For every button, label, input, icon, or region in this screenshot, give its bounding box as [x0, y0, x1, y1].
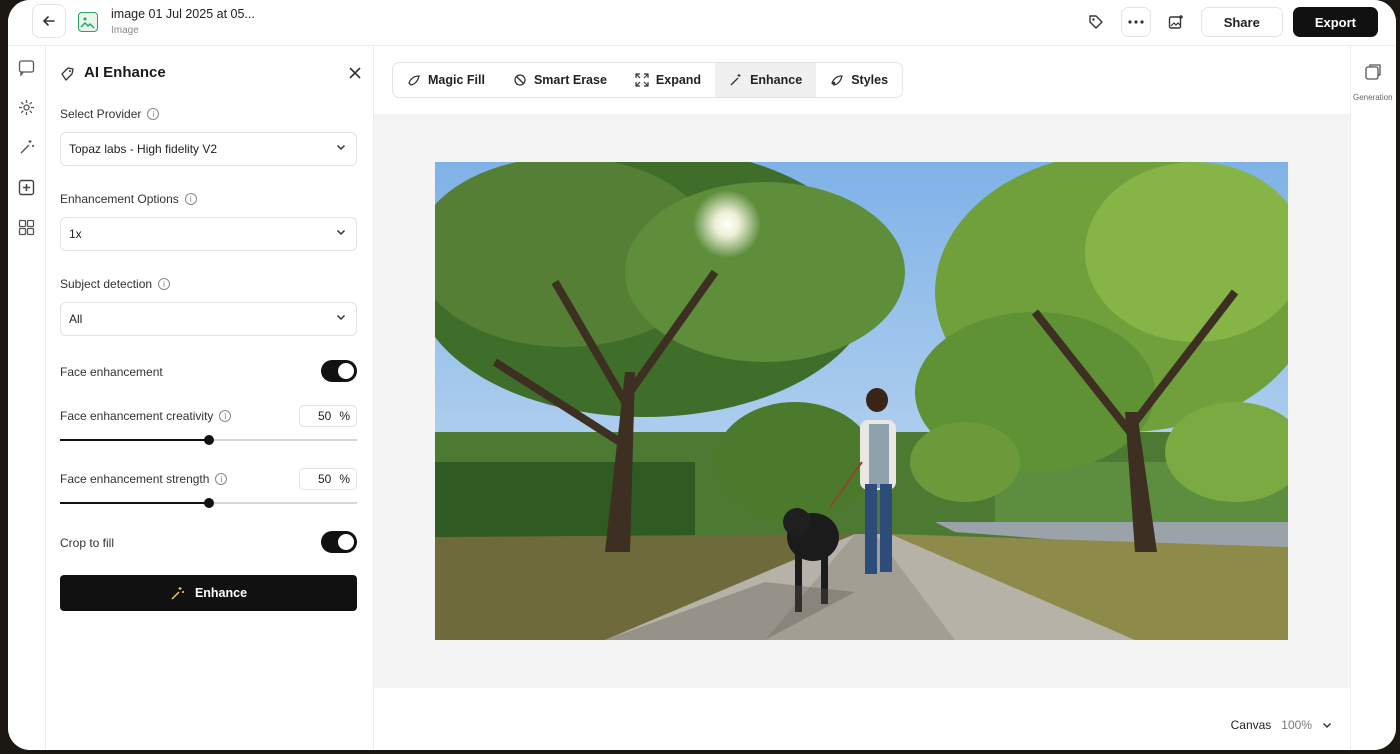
face-creativity-value: 50 — [317, 409, 332, 423]
image-add-icon[interactable] — [1161, 7, 1191, 37]
export-button[interactable]: Export — [1292, 7, 1378, 37]
enhancement-options-label-text: Enhancement Options — [60, 192, 179, 206]
info-icon[interactable]: i — [219, 410, 232, 422]
crop-to-fill-label: Crop to fill — [60, 536, 114, 550]
chat-icon[interactable] — [15, 56, 37, 78]
chevron-down-icon — [336, 142, 346, 155]
face-strength-slider[interactable] — [60, 498, 357, 508]
enhance-sparkle-icon — [61, 66, 74, 81]
canvas-zoom-control[interactable]: Canvas 100% — [1231, 718, 1332, 732]
image-file-icon — [78, 12, 98, 32]
percent-unit: % — [339, 472, 350, 486]
face-creativity-input[interactable]: 50 % — [299, 405, 357, 427]
tool-magic-fill[interactable]: Magic Fill — [393, 63, 499, 97]
info-icon[interactable]: i — [158, 278, 171, 290]
enhancement-options-value: 1x — [69, 227, 82, 241]
info-icon[interactable]: i — [147, 108, 160, 120]
close-icon[interactable] — [349, 64, 361, 84]
tool-smart-erase[interactable]: Smart Erase — [499, 63, 621, 97]
erase-icon — [514, 74, 526, 86]
tool-label: Styles — [851, 73, 889, 87]
edit-toolbar: Magic Fill Smart Erase Expand Enhance St… — [392, 62, 904, 98]
settings-gear-icon[interactable] — [15, 96, 37, 118]
canvas-label: Canvas — [1230, 718, 1272, 732]
tool-label: Magic Fill — [428, 73, 485, 87]
face-strength-input[interactable]: 50 % — [299, 468, 357, 490]
face-strength-value: 50 — [317, 472, 332, 486]
provider-value: Topaz labs - High fidelity V2 — [69, 142, 218, 156]
subject-detection-select[interactable]: All — [60, 302, 357, 336]
chevron-down-icon — [1322, 722, 1332, 729]
face-strength-label-text: Face enhancement strength — [60, 472, 210, 486]
enhance-button[interactable]: Enhance — [60, 575, 357, 611]
main-workspace: Magic Fill Smart Erase Expand Enhance St… — [374, 46, 1350, 750]
face-enhancement-label-text: Face enhancement — [60, 365, 163, 379]
file-title[interactable]: image 01 Jul 2025 at 05... — [111, 7, 255, 21]
generation-label: Generation — [1353, 93, 1393, 102]
tool-label: Expand — [655, 73, 702, 87]
canvas-image[interactable] — [435, 162, 1288, 640]
enhancement-options-label: Enhancement Options i — [60, 192, 197, 206]
generation-icon[interactable] — [1364, 64, 1382, 86]
zoom-level: 100% — [1281, 718, 1312, 732]
face-creativity-slider[interactable] — [60, 435, 357, 445]
subject-detection-label-text: Subject detection — [60, 277, 153, 291]
expand-icon — [635, 73, 649, 87]
tool-label: Smart Erase — [533, 73, 607, 87]
enhancement-options-select[interactable]: 1x — [60, 217, 357, 251]
provider-label-text: Select Provider — [60, 107, 142, 121]
crop-to-fill-label-text: Crop to fill — [60, 536, 115, 550]
provider-label: Select Provider i — [60, 107, 160, 121]
photo-scene — [435, 162, 1288, 640]
more-icon[interactable] — [1120, 7, 1151, 37]
enhance-icon — [730, 74, 741, 86]
info-icon[interactable]: i — [215, 473, 228, 485]
info-icon[interactable]: i — [184, 193, 197, 205]
panel-header: AI Enhance — [60, 64, 166, 81]
styles-icon — [831, 75, 844, 86]
tool-enhance[interactable]: Enhance — [715, 63, 817, 97]
slider-handle[interactable] — [203, 498, 214, 508]
face-enhancement-toggle[interactable] — [321, 360, 357, 382]
magic-fill-icon — [408, 75, 420, 86]
subject-detection-label: Subject detection i — [60, 277, 171, 291]
ai-enhance-panel: AI Enhance Select Provider i Topaz labs … — [46, 46, 374, 750]
back-button[interactable] — [32, 4, 66, 38]
add-media-icon[interactable] — [15, 176, 37, 198]
file-type-label: Image — [111, 25, 139, 36]
grid-layout-icon[interactable] — [15, 216, 37, 238]
slider-fill — [60, 439, 209, 441]
top-bar: image 01 Jul 2025 at 05... Image Share E… — [8, 0, 1396, 46]
tag-icon[interactable] — [1081, 7, 1111, 37]
face-creativity-label: Face enhancement creativity i — [60, 409, 232, 423]
slider-handle[interactable] — [203, 435, 214, 445]
app-window: image 01 Jul 2025 at 05... Image Share E… — [8, 0, 1396, 750]
panel-title: AI Enhance — [84, 64, 166, 81]
canvas-area[interactable] — [374, 114, 1350, 688]
tool-styles[interactable]: Styles — [816, 63, 902, 97]
crop-to-fill-toggle[interactable] — [321, 531, 357, 553]
face-strength-label: Face enhancement strength i — [60, 472, 228, 486]
face-creativity-label-text: Face enhancement creativity — [60, 409, 214, 423]
tool-expand[interactable]: Expand — [621, 63, 715, 97]
share-button[interactable]: Share — [1200, 7, 1283, 37]
percent-unit: % — [339, 409, 350, 423]
provider-select[interactable]: Topaz labs - High fidelity V2 — [60, 132, 357, 166]
back-arrow-icon — [42, 16, 55, 26]
slider-fill — [60, 502, 209, 504]
right-rail: Generation — [1350, 46, 1396, 750]
face-enhancement-label: Face enhancement — [60, 365, 163, 379]
chevron-down-icon — [336, 312, 346, 325]
enhance-button-label: Enhance — [194, 586, 248, 600]
subject-detection-value: All — [69, 312, 83, 326]
chevron-down-icon — [336, 227, 346, 240]
magic-wand-icon — [171, 586, 184, 600]
left-rail — [8, 46, 46, 750]
magic-wand-icon[interactable] — [15, 136, 37, 158]
header-actions: Share Export — [1081, 7, 1378, 37]
tool-label: Enhance — [750, 73, 803, 87]
